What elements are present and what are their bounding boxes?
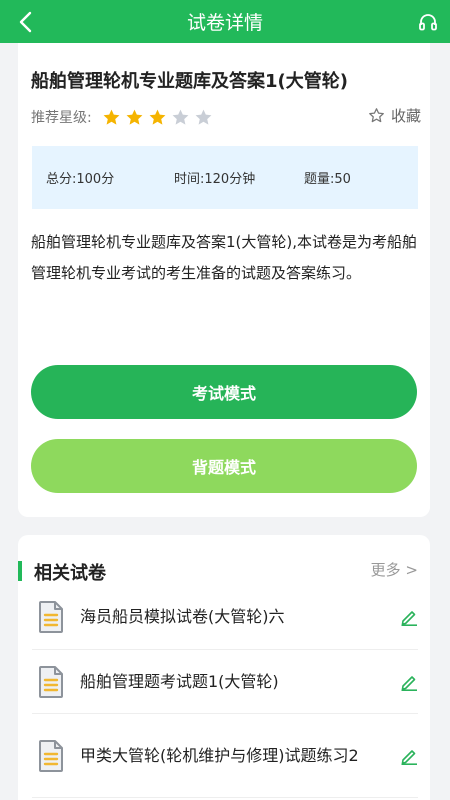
related-title: 相关试卷: [34, 563, 106, 584]
pencil-icon[interactable]: [400, 747, 418, 765]
rating-row: 推荐星级: 收藏: [31, 105, 421, 129]
star-outline-icon: [369, 108, 384, 123]
headphones-icon[interactable]: [418, 13, 438, 31]
paper-title: 船舶管理轮机专业题库及答案1(大管轮): [31, 71, 348, 92]
related-paper-name: 船舶管理题考试题1(大管轮): [80, 671, 279, 691]
star-empty-icon: [172, 109, 189, 125]
rating-stars: [102, 108, 213, 127]
exam-mode-button[interactable]: 考试模式: [31, 365, 417, 419]
list-item[interactable]: 海员船员模拟试卷(大管轮)六: [32, 585, 418, 650]
document-icon: [39, 739, 63, 772]
list-item[interactable]: 船舶管理题考试题1(大管轮): [32, 650, 418, 714]
page-title: 试卷详情: [186, 12, 263, 34]
more-link[interactable]: 更多 >: [371, 559, 418, 580]
paper-detail-card: 船舶管理轮机专业题库及答案1(大管轮) 推荐星级: 收藏 总分:100分 时间:…: [18, 43, 430, 517]
paper-description: 船舶管理轮机专业题库及答案1(大管轮),本试卷是为考船舶管理轮机专业考试的考生准…: [31, 233, 418, 282]
total-score: 总分:100分: [46, 172, 115, 187]
question-count: 题量:50: [304, 172, 351, 187]
list-item[interactable]: 甲类大管轮(轮机维护与修理)试题练习2: [32, 714, 418, 798]
related-paper-name: 海员船员模拟试卷(大管轮)六: [80, 607, 285, 626]
star-filled-icon: [126, 109, 143, 125]
pencil-icon[interactable]: [400, 673, 418, 691]
favorite-button[interactable]: 收藏: [368, 105, 421, 126]
paper-info-box: 总分:100分 时间:120分钟 题量:50: [32, 146, 418, 209]
top-bar: 试卷详情: [0, 0, 450, 43]
related-paper-name: 甲类大管轮(轮机维护与修理)试题练习2: [80, 745, 359, 765]
pencil-icon[interactable]: [400, 608, 418, 626]
chevron-left-icon[interactable]: [14, 10, 38, 34]
star-filled-icon: [149, 109, 166, 125]
star-empty-icon: [195, 109, 212, 125]
star-filled-icon: [103, 109, 120, 125]
related-papers-card: 相关试卷 更多 > 海员船员模拟试卷(大管轮)六 船舶管理题考试题1(大管轮) …: [18, 535, 430, 800]
document-icon: [39, 601, 63, 633]
section-accent-bar: [18, 561, 22, 581]
recite-mode-button[interactable]: 背题模式: [31, 439, 417, 493]
duration: 时间:120分钟: [174, 172, 256, 187]
document-icon: [39, 665, 63, 698]
favorite-label: 收藏: [390, 107, 421, 125]
rating-label: 推荐星级:: [31, 110, 92, 126]
related-header: 相关试卷 更多 >: [18, 559, 430, 584]
